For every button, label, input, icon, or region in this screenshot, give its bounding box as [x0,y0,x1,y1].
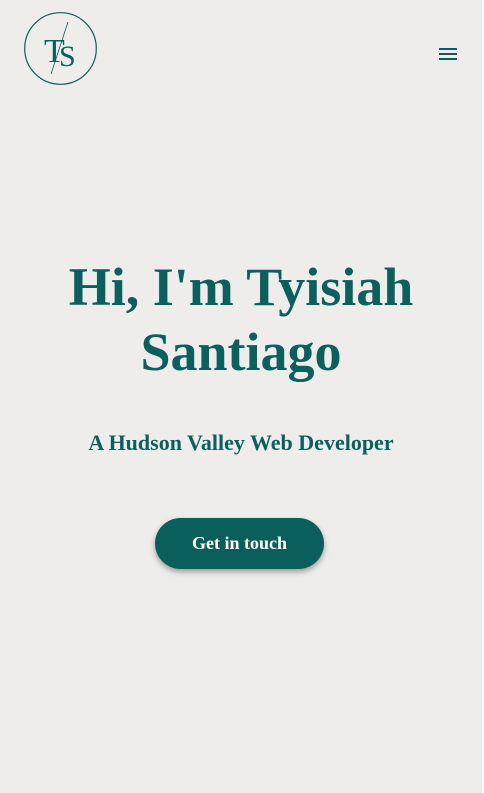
hero-subtitle: A Hudson Valley Web Developer [88,430,394,455]
menu-button[interactable] [434,40,462,68]
logo-monogram-icon: T S [24,12,97,85]
hamburger-menu-icon-bar-top [439,48,457,50]
svg-text:S: S [59,40,76,73]
hamburger-menu-icon-bar-bottom [439,58,457,60]
get-in-touch-button[interactable]: Get in touch [155,518,324,569]
logo[interactable]: T S [24,12,97,85]
hero-section: Hi, I'm Tyisiah Santiago A Hudson Valley… [0,255,482,457]
hero-title: Hi, I'm Tyisiah Santiago [68,257,414,382]
hamburger-menu-icon-bar-middle [439,53,457,55]
